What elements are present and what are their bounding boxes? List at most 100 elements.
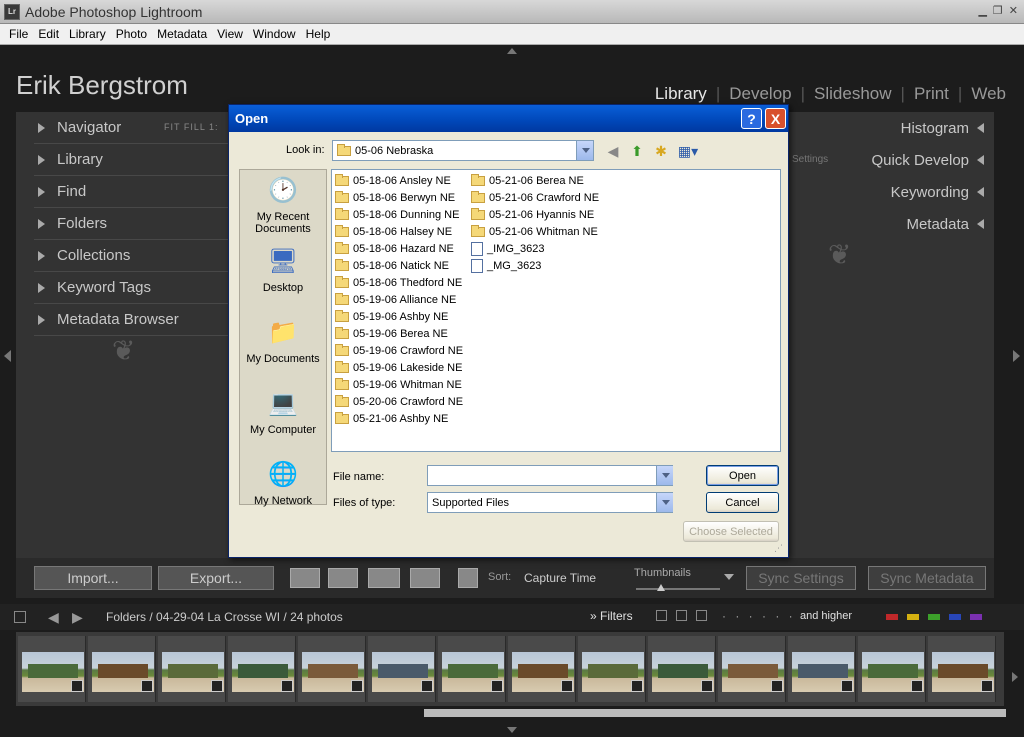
filmstrip-thumbnail[interactable] xyxy=(228,636,296,702)
menu-window[interactable]: Window xyxy=(248,27,301,41)
painter-icon[interactable] xyxy=(458,568,478,588)
folder-list-item[interactable]: 05-18-06 Dunning NE xyxy=(335,206,459,223)
menu-edit[interactable]: Edit xyxy=(33,27,64,41)
thumbnail-size-slider[interactable] xyxy=(636,588,720,590)
sort-dropdown[interactable]: Capture Time xyxy=(524,571,596,585)
toolbar-options-chevron-icon[interactable] xyxy=(724,574,734,580)
menu-photo[interactable]: Photo xyxy=(111,27,152,41)
quick-develop-settings-hint[interactable]: Settings xyxy=(792,154,828,165)
new-folder-icon[interactable]: ✱ xyxy=(652,142,670,160)
panel-quick-develop[interactable]: Quick Develop xyxy=(871,144,984,176)
filmstrip-scroll-right-icon[interactable] xyxy=(1012,672,1018,682)
color-label-red[interactable] xyxy=(886,614,898,620)
filmstrip-thumbnail[interactable] xyxy=(578,636,646,702)
filmstrip-thumbnail[interactable] xyxy=(648,636,716,702)
help-button[interactable]: ? xyxy=(741,108,762,129)
look-in-dropdown[interactable]: 05-06 Nebraska xyxy=(332,140,594,161)
filmstrip-thumbnail[interactable] xyxy=(718,636,786,702)
filmstrip-thumbnail[interactable] xyxy=(298,636,366,702)
folder-list-item[interactable]: 05-21-06 Hyannis NE xyxy=(471,206,594,223)
menu-view[interactable]: View xyxy=(212,27,248,41)
filmstrip-thumbnail[interactable] xyxy=(858,636,926,702)
panel-metadata-browser[interactable]: Metadata Browser xyxy=(34,304,234,336)
sync-metadata-button[interactable]: Sync Metadata xyxy=(868,566,986,590)
panel-metadata[interactable]: Metadata xyxy=(906,208,984,240)
file-list-item[interactable]: _MG_3623 xyxy=(471,257,541,274)
sync-settings-button[interactable]: Sync Settings xyxy=(746,566,856,590)
place-my-documents[interactable]: 📁 My Documents xyxy=(240,318,326,365)
panel-keywording[interactable]: Keywording xyxy=(891,176,984,208)
folder-list-item[interactable]: 05-18-06 Ansley NE xyxy=(335,172,451,189)
up-folder-icon[interactable]: ⬆ xyxy=(628,142,646,160)
top-panel-toggle-icon[interactable] xyxy=(507,48,517,54)
open-button[interactable]: Open xyxy=(706,465,779,486)
folder-list-item[interactable]: 05-19-06 Alliance NE xyxy=(335,291,456,308)
compare-view-icon[interactable] xyxy=(368,568,400,588)
file-list-item[interactable]: _IMG_3623 xyxy=(471,240,544,257)
folder-list-item[interactable]: 05-19-06 Ashby NE xyxy=(335,308,448,325)
filmstrip-thumbnail[interactable] xyxy=(158,636,226,702)
folder-list-item[interactable]: 05-21-06 Whitman NE xyxy=(471,223,598,240)
menu-help[interactable]: Help xyxy=(301,27,336,41)
filters-toggle[interactable]: » Filters xyxy=(590,609,633,623)
color-label-green[interactable] xyxy=(928,614,940,620)
folder-list-item[interactable]: 05-21-06 Crawford NE xyxy=(471,189,599,206)
filmstrip-thumbnail[interactable] xyxy=(368,636,436,702)
folder-list-item[interactable]: 05-18-06 Berwyn NE xyxy=(335,189,455,206)
filmstrip-thumbnail[interactable] xyxy=(88,636,156,702)
menu-file[interactable]: File xyxy=(4,27,33,41)
left-panel-toggle-icon[interactable] xyxy=(4,350,11,362)
flag-filter-icon[interactable] xyxy=(656,610,667,621)
folder-list-item[interactable]: 05-19-06 Lakeside NE xyxy=(335,359,462,376)
module-print[interactable]: Print xyxy=(914,84,949,104)
unflagged-filter-icon[interactable] xyxy=(676,610,687,621)
module-web[interactable]: Web xyxy=(971,84,1006,104)
folder-list-item[interactable]: 05-19-06 Berea NE xyxy=(335,325,448,342)
folder-list-item[interactable]: 05-18-06 Halsey NE xyxy=(335,223,452,240)
filmstrip-thumbnail[interactable] xyxy=(438,636,506,702)
star-rating-filter-icon[interactable]: · · · · · · xyxy=(722,609,796,623)
file-name-chevron-down-icon[interactable] xyxy=(656,466,673,485)
folder-list-item[interactable]: 05-20-06 Crawford NE xyxy=(335,393,463,410)
module-library[interactable]: Library xyxy=(655,84,707,104)
rating-filter-dropdown[interactable]: and higher xyxy=(800,610,852,622)
place-desktop[interactable]: 🖥 Desktop xyxy=(240,247,326,294)
filmstrip-thumbnail[interactable] xyxy=(508,636,576,702)
place-my-network[interactable]: 🌐 My Network xyxy=(240,460,326,507)
color-label-purple[interactable] xyxy=(970,614,982,620)
files-of-type-chevron-down-icon[interactable] xyxy=(656,493,673,512)
back-arrow-icon[interactable]: ◀ xyxy=(48,609,59,626)
panel-find[interactable]: Find xyxy=(34,176,234,208)
filmstrip-source-path[interactable]: Folders / 04-29-04 La Crosse WI / 24 pho… xyxy=(106,610,343,624)
color-label-yellow[interactable] xyxy=(907,614,919,620)
filmstrip-thumbnail[interactable] xyxy=(928,636,996,702)
choose-selected-button[interactable]: Choose Selected xyxy=(683,521,779,542)
panel-histogram[interactable]: Histogram xyxy=(901,112,984,144)
chevron-down-icon[interactable] xyxy=(576,141,593,160)
folder-list-item[interactable]: 05-18-06 Thedford NE xyxy=(335,274,462,291)
panel-folders[interactable]: Folders xyxy=(34,208,234,240)
folder-list-item[interactable]: 05-21-06 Ashby NE xyxy=(335,410,448,427)
module-develop[interactable]: Develop xyxy=(729,84,791,104)
folder-list-item[interactable]: 05-18-06 Natick NE xyxy=(335,257,449,274)
back-icon[interactable]: ◀ xyxy=(604,142,622,160)
module-slideshow[interactable]: Slideshow xyxy=(814,84,892,104)
place-my-computer[interactable]: 💻 My Computer xyxy=(240,389,326,436)
view-menu-icon[interactable]: ▦▾ xyxy=(676,142,700,160)
resize-grip-icon[interactable]: ⋰ xyxy=(774,543,783,554)
export-button[interactable]: Export... xyxy=(158,566,274,590)
file-list[interactable]: 05-18-06 Ansley NE 05-18-06 Berwyn NE 05-1… xyxy=(331,169,781,452)
menu-library[interactable]: Library xyxy=(64,27,111,41)
menu-metadata[interactable]: Metadata xyxy=(152,27,212,41)
grid-icon[interactable] xyxy=(14,611,26,623)
import-button[interactable]: Import... xyxy=(34,566,152,590)
panel-collections[interactable]: Collections xyxy=(34,240,234,272)
bottom-panel-toggle-icon[interactable] xyxy=(507,727,517,733)
folder-list-item[interactable]: 05-19-06 Crawford NE xyxy=(335,342,463,359)
minimize-icon[interactable]: ▁ xyxy=(978,4,986,17)
filmstrip-thumbnail[interactable] xyxy=(788,636,856,702)
slider-knob-icon[interactable] xyxy=(657,584,666,591)
rejected-filter-icon[interactable] xyxy=(696,610,707,621)
place-recent-documents[interactable]: 🕑 My Recent Documents xyxy=(240,176,326,235)
forward-arrow-icon[interactable]: ▶ xyxy=(72,609,83,626)
